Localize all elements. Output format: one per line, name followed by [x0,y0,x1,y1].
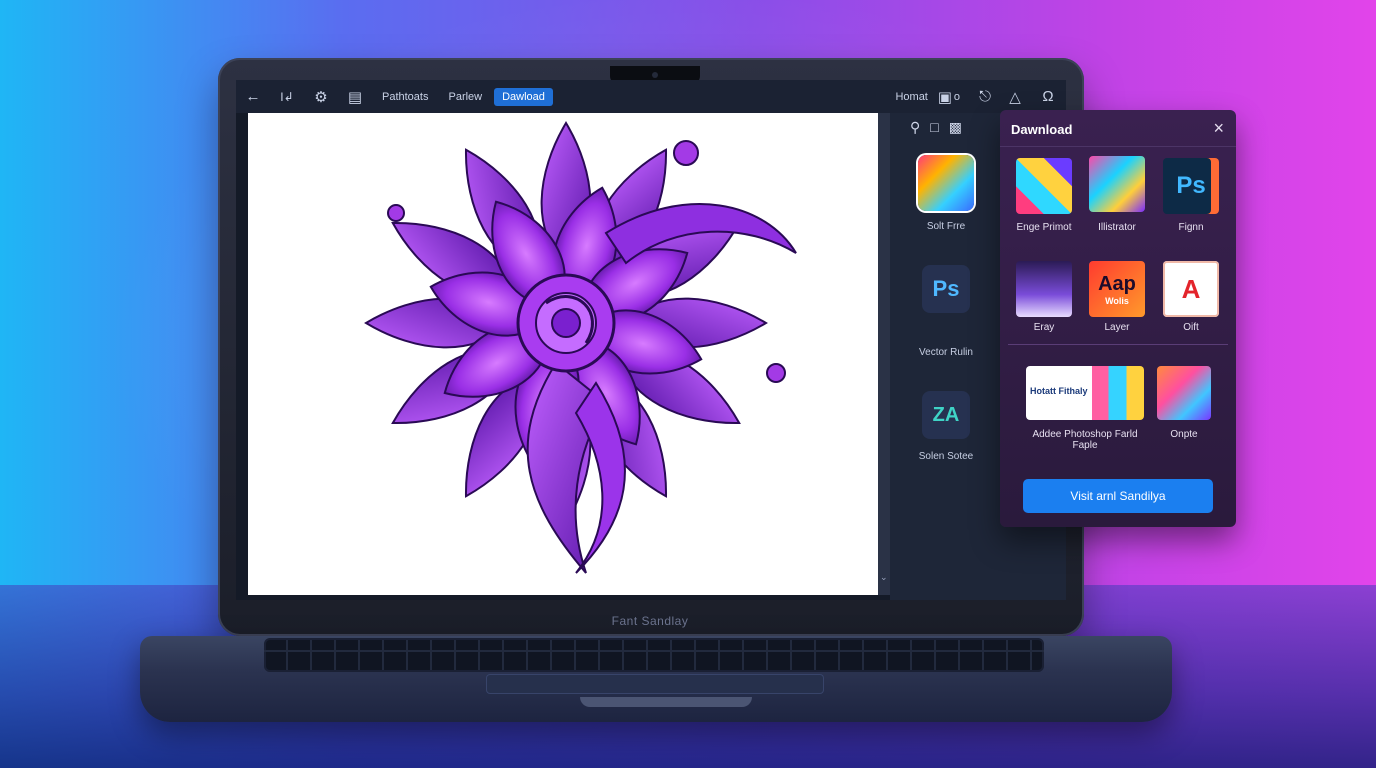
za-icon: ZA [932,403,960,426]
note-icon[interactable]: □ [930,119,938,136]
download-popup: Dawnload × Enge Primot Illistrator Ps Fi… [1000,110,1236,527]
popup-section-divider [1008,344,1228,345]
item-label-oift: Oift [1183,322,1199,333]
banner-text: Hotatt Fithaly [1030,386,1088,396]
artwork-canvas[interactable] [248,113,878,595]
collage-icon[interactable] [1016,158,1072,214]
comment-icon[interactable]: ▩ [949,119,962,136]
item-label-onpte: Onpte [1170,429,1198,440]
search-icon[interactable]: ⚲ [910,119,920,136]
app-label-vector-rulin: Vector Rulin [919,347,973,358]
back-arrow-icon[interactable]: ← [236,80,270,113]
illustrator-collage-icon[interactable] [1089,156,1145,212]
settings-gear-icon[interactable]: ⚙ [304,80,338,113]
aap-sub-text: Wolis [1105,295,1129,306]
aap-badge-text: Aap [1098,272,1136,295]
tab-parlew[interactable]: Parlew [440,88,490,106]
app-tile-vector-rulin[interactable]: Ps [922,265,970,313]
photoshop-banner-icon[interactable]: Hotatt Fithaly [1026,366,1144,420]
mountain-icon[interactable] [1016,261,1072,317]
laptop-foot [580,697,752,707]
print-icon[interactable]: ⎋ [970,80,1000,113]
acrobat-icon[interactable]: A [1163,261,1219,317]
popup-header-divider [1000,146,1236,147]
page-icon[interactable]: ▣ [936,80,954,113]
canvas-scrollbar[interactable]: ⌄ [878,113,890,595]
page-indicator: o [953,90,960,103]
scroll-down-arrow-icon[interactable]: ⌄ [880,572,888,583]
app-toolbar: ← I↲ ⚙ ▤ Pathtoats Parlew Dawload Homat … [236,80,1066,113]
close-icon[interactable]: × [1213,118,1224,139]
visit-button[interactable]: Visit arnl Sandilya [1023,479,1213,513]
aap-icon[interactable]: Aap Wolis [1089,261,1145,317]
ps-icon: Ps [932,276,960,301]
app-tile-solt-frre[interactable] [918,155,974,211]
photo-collage-icon[interactable] [1157,366,1211,420]
popup-title: Dawnload [1011,122,1073,137]
headphones-icon[interactable]: Ω [1030,80,1066,113]
home-label[interactable]: Homat [895,91,927,103]
laptop-brand-label: Fant Sandlay [611,614,689,628]
laptop-screen: ← I↲ ⚙ ▤ Pathtoats Parlew Dawload Homat … [236,80,1066,600]
document-icon[interactable]: ▤ [338,80,372,113]
text-tool-icon[interactable]: I↲ [270,80,304,113]
app-label-solt-frre: Solt Frre [926,221,966,232]
purple-flower-artwork [364,121,797,574]
app-tile-solen-sotee[interactable]: ZA [922,391,970,439]
toolbar-right-group: Homat ▣ o ⎋ △ Ω [895,80,1066,113]
acrobat-badge-text: A [1181,273,1201,304]
item-label-photoshop: Addee Photoshop Farld Faple [1032,429,1138,451]
ps-badge-text: Ps [1176,172,1206,199]
trackpad [486,674,824,694]
ps-icon[interactable]: Ps [1163,158,1219,214]
lock-icon[interactable]: △ [1000,80,1030,113]
keyboard [264,638,1044,672]
app-label-solen-sotee: Solen Sotee [918,451,974,462]
item-label-fignn: Fignn [1178,222,1204,233]
tab-download[interactable]: Dawload [494,87,553,106]
tab-pathtoats[interactable]: Pathtoats [374,88,436,106]
